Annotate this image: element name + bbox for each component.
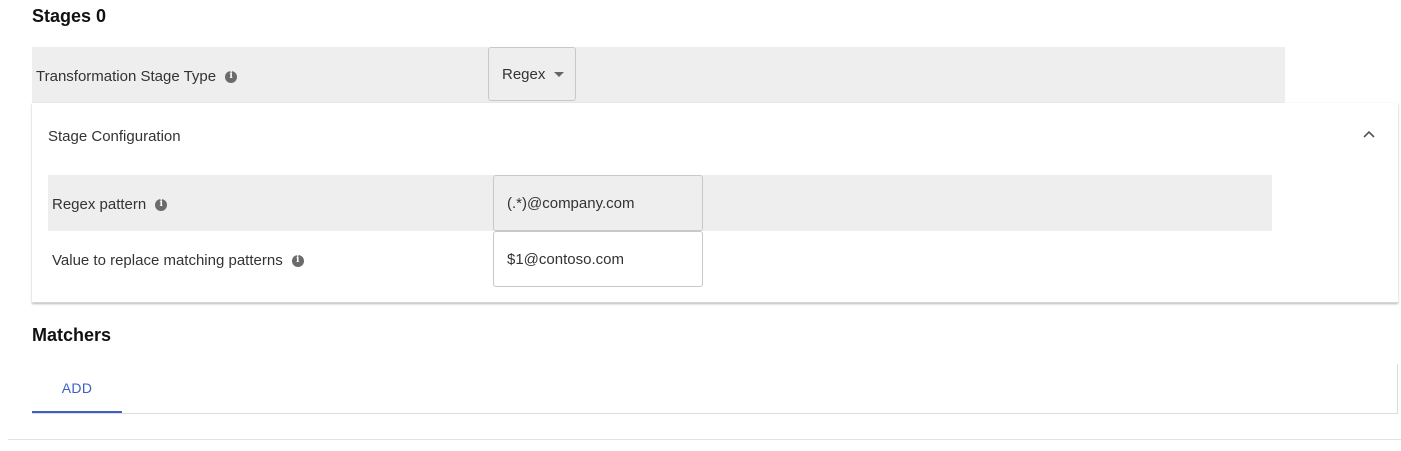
replace-value-label-group: Value to replace matching patterns i [52, 252, 304, 269]
regex-pattern-label: Regex pattern [52, 196, 147, 213]
stages-title: Stages 0 [32, 6, 107, 26]
chevron-up-icon[interactable] [1360, 126, 1378, 144]
regex-pattern-label-group: Regex pattern i [52, 196, 168, 213]
replace-value-label: Value to replace matching patterns [52, 252, 283, 269]
replace-value-input[interactable] [493, 231, 703, 287]
stage-configuration-panel: Stage Configuration Regex pattern i Valu… [32, 103, 1398, 303]
info-icon[interactable]: i [291, 254, 304, 267]
stage-type-row: Transformation Stage Type i Regex [32, 47, 1285, 103]
regex-pattern-row: Regex pattern i [48, 175, 1272, 231]
stage-type-label: Transformation Stage Type [36, 68, 217, 85]
divider [8, 439, 1401, 440]
matchers-tab-bar: ADD [32, 364, 1398, 414]
info-icon[interactable]: i [155, 198, 168, 211]
caret-down-icon [554, 71, 565, 77]
info-icon[interactable]: i [225, 70, 238, 83]
stage-configuration-header[interactable]: Stage Configuration [48, 128, 181, 145]
regex-pattern-input[interactable] [493, 175, 703, 231]
replace-value-row: Value to replace matching patterns i [48, 231, 1272, 287]
stage-type-select[interactable]: Regex [488, 47, 576, 101]
stage-type-selected-value: Regex [502, 65, 546, 83]
add-matcher-tab[interactable]: ADD [32, 364, 122, 413]
matchers-title: Matchers [32, 325, 112, 345]
stage-type-label-group: Transformation Stage Type i [36, 68, 238, 85]
